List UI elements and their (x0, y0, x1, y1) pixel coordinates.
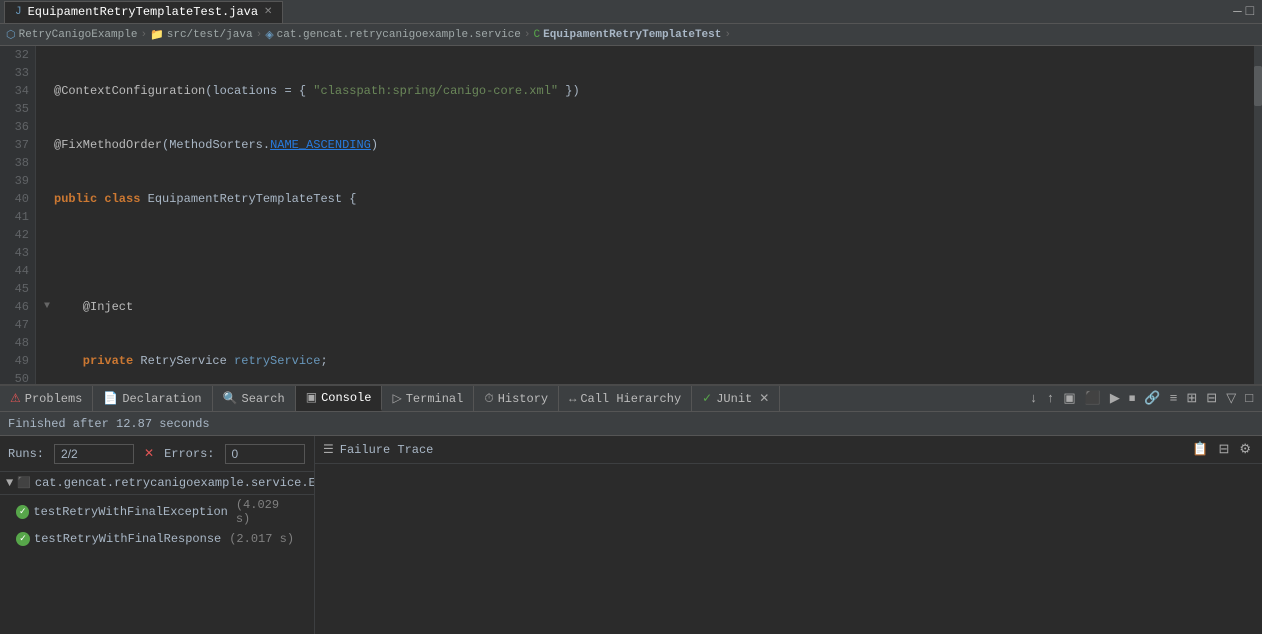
breadcrumb-folder[interactable]: src/test/java (167, 29, 253, 41)
tree-expand-icon[interactable]: ▼ (6, 476, 13, 490)
package-icon: ⬛ (17, 476, 31, 490)
failure-copy-btn[interactable]: 📋 (1189, 441, 1211, 458)
failure-content (315, 464, 1262, 634)
failure-filter-btn[interactable]: ⊟ (1215, 441, 1232, 458)
test-item-time-1: (4.029 s) (236, 498, 298, 526)
history-icon: ⏱ (484, 392, 493, 406)
line-numbers: 32 33 34 35 36 37 38 39 40 41 42 43 44 4… (0, 46, 36, 384)
declaration-icon: 📄 (103, 391, 118, 406)
breadcrumb-project[interactable]: RetryCanigoExample (19, 29, 138, 41)
tab-callhierarchy-label: Call Hierarchy (580, 392, 681, 406)
project-icon: ⬡ (6, 28, 16, 42)
errors-icon: ✕ (144, 446, 154, 461)
tab-history-label: History (498, 392, 548, 406)
toolbar-btn-8[interactable]: ≡ (1167, 390, 1181, 407)
tab-problems[interactable]: ⚠ Problems (0, 386, 93, 411)
failure-header: ☰ Failure Trace 📋 ⊟ ⚙ (315, 436, 1262, 464)
toolbar-btn-9[interactable]: ⊞ (1183, 390, 1200, 407)
failure-trace-panel: ☰ Failure Trace 📋 ⊟ ⚙ (315, 436, 1262, 634)
runs-input (54, 444, 134, 464)
toolbar-btn-2[interactable]: ↑ (1044, 390, 1058, 407)
status-bar: Finished after 12.87 seconds (0, 412, 1262, 436)
test-item-2[interactable]: ✓ testRetryWithFinalResponse (2.017 s) (0, 529, 314, 549)
toolbar-btn-3[interactable]: ▣ (1060, 390, 1078, 407)
toolbar-btn-5[interactable]: ▶ (1107, 390, 1123, 407)
close-icon[interactable]: ✕ (264, 6, 272, 18)
tab-bar: J EquipamentRetryTemplateTest.java ✕ — □ (0, 0, 1262, 24)
tab-terminal-label: Terminal (406, 392, 464, 406)
tab-junit[interactable]: ✓ JUnit ✕ (692, 386, 780, 411)
breadcrumb: ⬡ RetryCanigoExample › 📁 src/test/java ›… (0, 24, 1262, 46)
window-controls: — □ (1233, 4, 1258, 20)
toolbar-maximize[interactable]: □ (1242, 390, 1256, 407)
tab-junit-label: JUnit (716, 392, 752, 406)
test-item-1[interactable]: ✓ testRetryWithFinalException (4.029 s) (0, 495, 314, 529)
tab-declaration[interactable]: 📄 Declaration (93, 386, 212, 411)
failure-toolbar: 📋 ⊟ ⚙ (1189, 441, 1254, 458)
toolbar-btn-7[interactable]: 🔗 (1141, 390, 1163, 407)
test-item-label-1: testRetryWithFinalException (33, 505, 227, 519)
tab-callhierarchy[interactable]: ↔ Call Hierarchy (559, 386, 692, 411)
tab-junit-close[interactable]: ✕ (759, 391, 769, 406)
failure-settings-btn[interactable]: ⚙ (1236, 441, 1254, 458)
test-item-label-2: testRetryWithFinalResponse (34, 532, 221, 546)
breadcrumb-package[interactable]: cat.gencat.retrycanigoexample.service (277, 29, 521, 41)
folder-icon: 📁 (150, 28, 164, 42)
test-item-icon-2: ✓ (16, 532, 30, 546)
callhierarchy-icon: ↔ (569, 392, 576, 406)
search-icon: 🔍 (223, 391, 238, 406)
class-icon: C (534, 29, 541, 41)
breadcrumb-class[interactable]: EquipamentRetryTemplateTest (543, 29, 721, 41)
terminal-icon: ▷ (392, 391, 401, 406)
runs-bar: Runs: ✕ Errors: ✕ Failures: (0, 436, 314, 472)
tab-declaration-label: Declaration (122, 392, 201, 406)
tab-label: EquipamentRetryTemplateTest.java (28, 5, 258, 19)
toolbar-btn-10[interactable]: ⊟ (1203, 390, 1220, 407)
tree-root[interactable]: ▼ ⬛ cat.gencat.retrycanigoexample.servic… (0, 472, 314, 495)
errors-label: Errors: (164, 447, 214, 461)
tab-history[interactable]: ⏱ History (474, 386, 559, 411)
vertical-scrollbar[interactable] (1254, 46, 1262, 384)
toolbar-btn-1[interactable]: ↓ (1027, 390, 1041, 407)
bottom-tab-bar: ⚠ Problems 📄 Declaration 🔍 Search ▣ Cons… (0, 384, 1262, 412)
package-icon: ◈ (265, 28, 273, 42)
tab-problems-label: Problems (25, 392, 83, 406)
toolbar-btn-6[interactable]: ⏹ (1126, 390, 1139, 407)
status-message: Finished after 12.87 seconds (8, 417, 210, 431)
tree-root-label: cat.gencat.retrycanigoexample.service.Eq… (35, 476, 315, 490)
list-icon: ☰ (323, 442, 334, 457)
toolbar-btn-4[interactable]: ⬛ (1082, 390, 1104, 407)
tab-search[interactable]: 🔍 Search (213, 386, 296, 411)
tab-console[interactable]: ▣ Console (296, 386, 383, 411)
problems-icon: ⚠ (10, 391, 21, 406)
java-icon: J (15, 6, 22, 18)
toolbar-btn-11[interactable]: ▽ (1223, 390, 1239, 407)
test-tree-panel: Runs: ✕ Errors: ✕ Failures: ▼ ⬛ cat.genc… (0, 436, 315, 634)
errors-input (225, 444, 305, 464)
test-item-time-2: (2.017 s) (229, 532, 294, 546)
scrollbar-thumb[interactable] (1254, 66, 1262, 106)
failure-trace-label: Failure Trace (340, 443, 434, 457)
test-item-icon-1: ✓ (16, 505, 29, 519)
tab-terminal[interactable]: ▷ Terminal (382, 386, 474, 411)
junit-icon: ✓ (702, 391, 712, 406)
maximize-icon[interactable]: □ (1246, 4, 1254, 20)
code-content[interactable]: @ContextConfiguration(locations = { "cla… (36, 46, 1262, 384)
tab-search-label: Search (242, 392, 285, 406)
minimize-icon[interactable]: — (1233, 4, 1241, 20)
code-editor[interactable]: 32 33 34 35 36 37 38 39 40 41 42 43 44 4… (0, 46, 1262, 384)
junit-panel: Runs: ✕ Errors: ✕ Failures: ▼ ⬛ cat.genc… (0, 436, 1262, 634)
console-icon: ▣ (306, 390, 317, 405)
bottom-toolbar: ↓ ↑ ▣ ⬛ ▶ ⏹ 🔗 ≡ ⊞ ⊟ ▽ □ (1027, 390, 1262, 407)
tab-console-label: Console (321, 391, 371, 405)
file-tab[interactable]: J EquipamentRetryTemplateTest.java ✕ (4, 1, 283, 23)
runs-label: Runs: (8, 447, 44, 461)
